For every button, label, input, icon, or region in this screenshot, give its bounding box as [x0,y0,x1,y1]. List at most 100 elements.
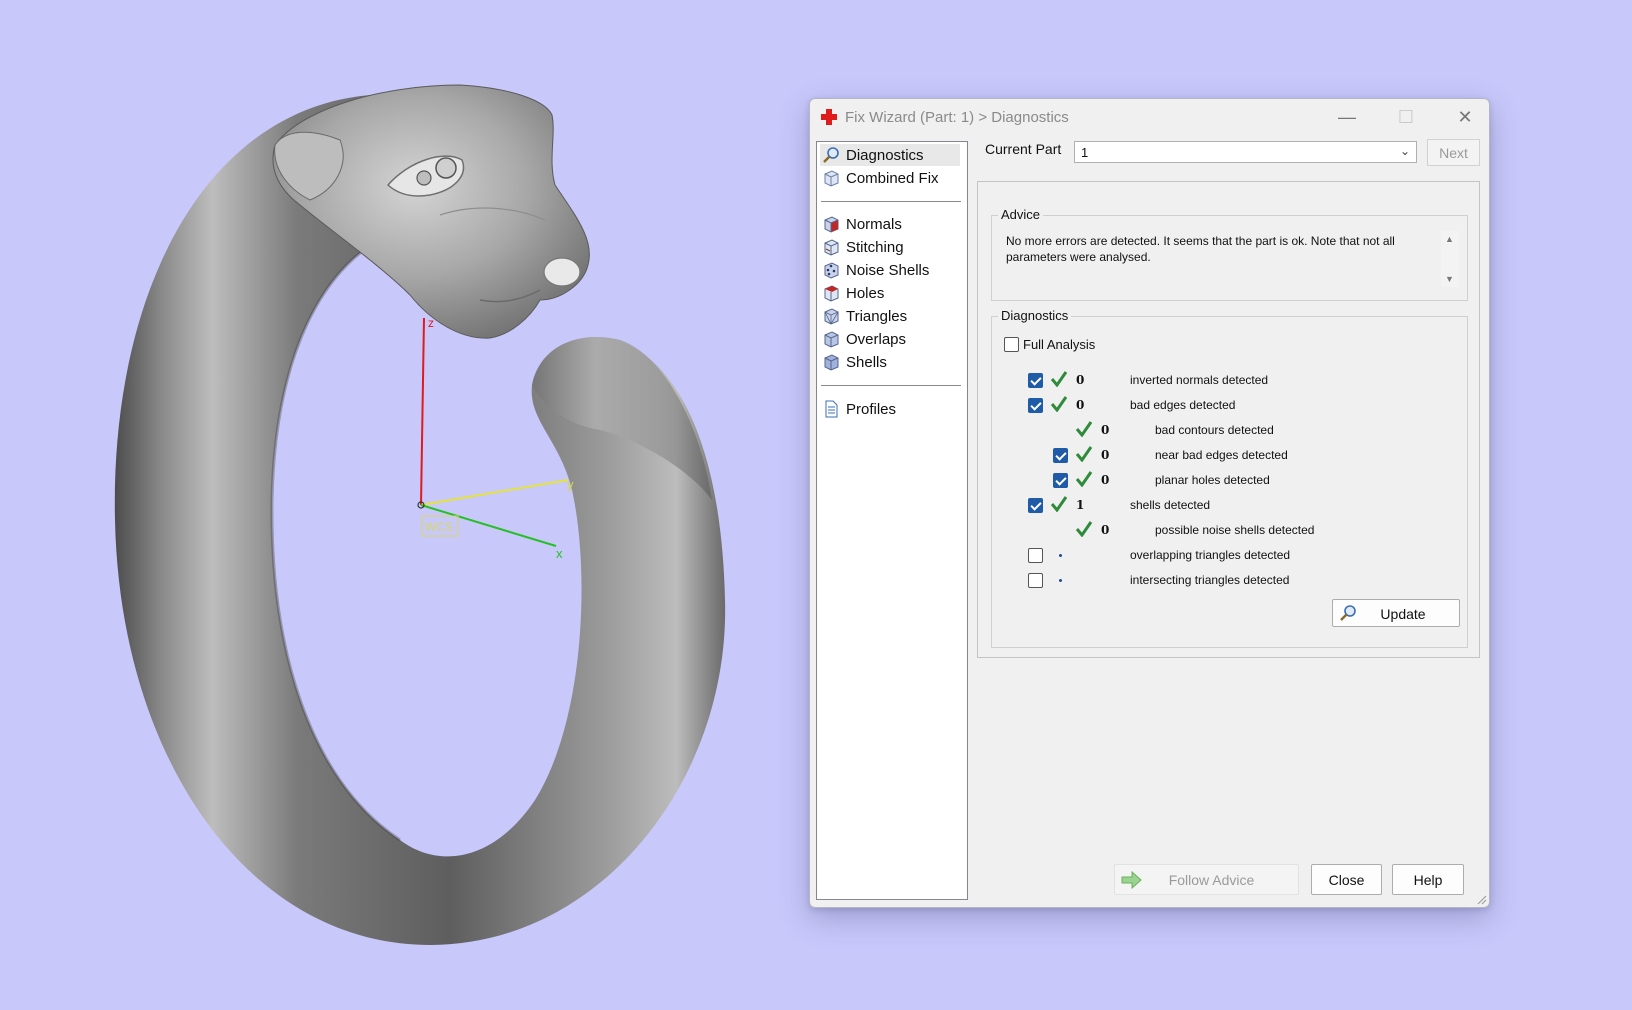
advice-group: Advice No more errors are detected. It s… [991,207,1468,301]
near-bad-edges-count: 0 [1101,448,1110,462]
check-icon [1050,496,1068,512]
shells-checkbox[interactable] [1028,498,1043,513]
near-bad-edges-text: near bad edges detected [1155,448,1288,462]
nav-label-shells: Shells [846,353,887,371]
nav-label-diagnostics: Diagnostics [846,146,924,164]
x-axis-label: x [556,546,563,561]
check-icon [1050,371,1068,387]
title-bar[interactable]: Fix Wizard (Part: 1) > Diagnostics — ☐ ✕ [810,99,1489,135]
maximize-button[interactable]: ☐ [1383,103,1429,131]
nav-item-noise-shells[interactable]: Noise Shells [820,259,960,281]
nav-label-combined-fix: Combined Fix [846,169,939,187]
z-axis-label: z [428,316,434,330]
cube-icon [824,170,839,187]
advice-title: Advice [998,207,1044,222]
shells-text: shells detected [1130,498,1211,512]
noise-shells-cube-icon [824,262,839,279]
inverted-normals-count: 0 [1076,373,1085,387]
current-part-value: 1 [1081,145,1089,160]
scroll-down-icon[interactable]: ▼ [1445,274,1454,284]
scroll-up-icon[interactable]: ▲ [1445,234,1454,244]
planar-holes-text: planar holes detected [1155,473,1270,487]
3d-viewport[interactable]: z y x WCS [0,0,780,1010]
red-cross-icon [821,109,837,125]
diagnostics-title: Diagnostics [998,308,1072,323]
nav-item-combined-fix[interactable]: Combined Fix [820,167,960,189]
stitching-cube-icon [824,239,839,256]
nav-separator [821,385,961,386]
check-icon [1075,521,1093,537]
minimize-button[interactable]: — [1324,103,1370,131]
next-button[interactable]: Next [1427,139,1480,166]
bad-contours-count: 0 [1101,423,1110,437]
nav-item-stitching[interactable]: Stitching [820,236,960,258]
arrow-right-icon [1121,871,1142,889]
nav-label-triangles: Triangles [846,307,908,325]
nav-label-stitching: Stitching [846,238,904,256]
nav-label-normals: Normals [846,215,902,233]
diagnostics-group: Diagnostics Full Analysis 0 inverted nor… [991,308,1468,648]
nav-item-diagnostics[interactable]: Diagnostics [820,144,960,166]
follow-advice-label: Follow Advice [1168,871,1255,888]
check-icon [1075,471,1093,487]
planar-holes-checkbox[interactable] [1053,473,1068,488]
noise-shells-text: possible noise shells detected [1155,523,1315,537]
wizard-nav-list: Diagnostics Combined Fix Normals Stitchi… [816,141,968,900]
nav-label-profiles: Profiles [846,400,897,418]
pending-dot-icon [1059,554,1062,557]
fix-wizard-dialog: Fix Wizard (Part: 1) > Diagnostics — ☐ ✕… [809,98,1490,908]
dialog-title: Fix Wizard (Part: 1) > Diagnostics [845,109,1069,126]
help-button[interactable]: Help [1392,864,1464,895]
resize-grip-icon[interactable] [1475,893,1487,905]
nav-label-holes: Holes [846,284,885,302]
bad-edges-text: bad edges detected [1130,398,1236,412]
wcs-label: WCS [425,520,453,534]
bad-contours-text: bad contours detected [1155,423,1274,437]
nav-item-normals[interactable]: Normals [820,213,960,235]
diagnostics-page: Advice No more errors are detected. It s… [977,181,1480,658]
magnifier-icon [823,147,839,163]
overlapping-triangles-text: overlapping triangles detected [1130,548,1291,562]
model-canvas[interactable]: z y x WCS [0,0,780,1010]
check-icon [1050,396,1068,412]
overlapping-triangles-checkbox[interactable] [1028,548,1043,563]
planar-holes-count: 0 [1101,473,1110,487]
nav-label-noise-shells: Noise Shells [846,261,930,279]
full-analysis-checkbox[interactable] [1004,337,1019,352]
nav-separator [821,201,961,202]
update-button[interactable]: Update [1332,599,1460,627]
shells-count: 1 [1076,498,1085,512]
nav-label-overlaps: Overlaps [846,330,907,348]
inverted-normals-text: inverted normals detected [1130,373,1269,387]
noise-shells-count: 0 [1101,523,1110,537]
shells-cube-icon [824,354,839,371]
nav-item-overlaps[interactable]: Overlaps [820,328,960,350]
intersecting-triangles-text: intersecting triangles detected [1130,573,1290,587]
advice-text: No more errors are detected. It seems th… [1006,234,1395,264]
intersecting-triangles-checkbox[interactable] [1028,573,1043,588]
bad-edges-checkbox[interactable] [1028,398,1043,413]
document-icon [825,400,838,418]
update-button-label: Update [1380,606,1426,622]
close-button[interactable]: Close [1311,864,1382,895]
nav-item-triangles[interactable]: Triangles [820,305,960,327]
current-part-select[interactable]: 1 ⌄ [1074,141,1417,163]
near-bad-edges-checkbox[interactable] [1053,448,1068,463]
bad-edges-count: 0 [1076,398,1085,412]
advice-scrollbar[interactable]: ▲ ▼ [1441,231,1459,287]
inverted-normals-checkbox[interactable] [1028,373,1043,388]
nav-item-holes[interactable]: Holes [820,282,960,304]
chevron-down-icon: ⌄ [1399,144,1410,158]
check-icon [1075,421,1093,437]
holes-cube-icon [824,285,839,302]
check-icon [1075,446,1093,462]
pending-dot-icon [1059,579,1062,582]
y-axis-label: y [567,477,574,492]
close-window-button[interactable]: ✕ [1442,103,1488,131]
nav-item-profiles[interactable]: Profiles [820,398,960,420]
nav-item-shells[interactable]: Shells [820,351,960,373]
triangles-cube-icon [824,308,839,325]
follow-advice-button[interactable]: Follow Advice [1114,864,1299,895]
overlaps-cube-icon [824,331,839,348]
full-analysis-label: Full Analysis [1023,337,1096,352]
